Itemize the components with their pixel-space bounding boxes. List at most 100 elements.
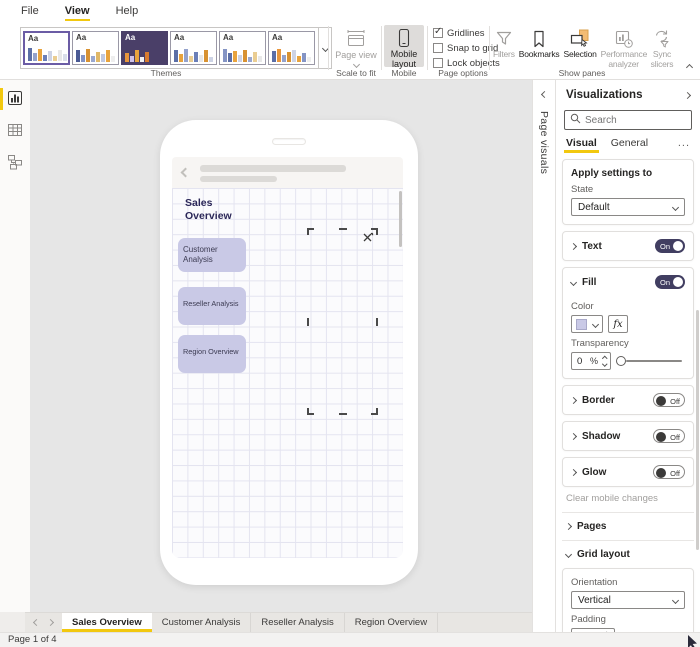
overflow-menu-icon[interactable]: ... xyxy=(678,137,690,153)
menu-item-file[interactable]: File xyxy=(8,1,52,21)
theme-thumbnail-2[interactable]: Aa xyxy=(72,31,119,65)
theme-thumbnail-1[interactable]: Aa xyxy=(23,31,70,65)
chevron-up-icon xyxy=(685,63,694,72)
tab-general[interactable]: General xyxy=(611,137,648,153)
orientation-dropdown[interactable]: Vertical xyxy=(571,591,685,609)
show-panes-button-group: Filters Bookmarks Selection Performance ana… xyxy=(491,25,676,71)
stepper-icon[interactable] xyxy=(601,355,608,367)
theme-thumbnail-6[interactable]: Aa xyxy=(268,31,315,65)
toggle-knob xyxy=(656,467,666,478)
menu-item-help[interactable]: Help xyxy=(103,1,152,21)
text-section-header[interactable]: Text On xyxy=(563,232,693,260)
themes-gallery: Aa Aa Aa Aa Aa Aa xyxy=(20,27,332,69)
data-view-button[interactable] xyxy=(0,118,30,144)
visual-tile-customer-analysis[interactable]: Customer Analysis xyxy=(178,238,246,272)
glow-toggle[interactable]: Off xyxy=(653,465,685,479)
ribbon: Aa Aa Aa Aa Aa Aa Themes Page view Scale to f… xyxy=(0,22,700,80)
grid-layout-section-header[interactable]: Grid layout xyxy=(562,540,694,568)
expand-pane-icon[interactable] xyxy=(683,91,692,99)
data-view-icon xyxy=(7,122,23,141)
mobile-layout-button[interactable]: Mobile layout xyxy=(384,25,424,69)
border-section: Border Off xyxy=(562,385,694,415)
shadow-section-label: Shadow xyxy=(582,430,621,442)
theme-thumbnail-4[interactable]: Aa xyxy=(170,31,217,65)
text-toggle[interactable]: On xyxy=(655,239,685,253)
collapse-ribbon-button[interactable] xyxy=(685,62,694,73)
report-canvas: Sales Overview Customer Analysis Reseller… xyxy=(30,80,532,612)
checkbox-snap-to-grid[interactable]: Snap to grid xyxy=(433,41,498,55)
page-tab-customer-analysis[interactable]: Customer Analysis xyxy=(152,613,252,632)
conditional-formatting-fx-button[interactable]: fx xyxy=(608,315,628,333)
pane-button-label: Performance analyzer xyxy=(600,49,648,69)
pane-button-label: Selection xyxy=(563,49,597,59)
state-value: Default xyxy=(578,201,610,213)
page-view-button[interactable]: Page view xyxy=(331,25,381,69)
page-tab-reseller-analysis[interactable]: Reseller Analysis xyxy=(251,613,345,632)
menu-item-view[interactable]: View xyxy=(52,1,103,21)
report-view-button[interactable] xyxy=(0,86,30,112)
visual-tile-reseller-analysis[interactable]: Reseller Analysis xyxy=(178,287,246,325)
slider-knob[interactable] xyxy=(615,356,626,366)
remove-visual-button[interactable] xyxy=(362,232,374,244)
theme-bars-icon xyxy=(76,49,116,62)
theme-aa-label: Aa xyxy=(125,33,136,42)
page-tab-sales-overview[interactable]: Sales Overview xyxy=(62,613,152,632)
sync-slicers-button[interactable]: Sync slicers xyxy=(649,25,676,71)
tab-visual[interactable]: Visual xyxy=(564,137,599,153)
orientation-value: Vertical xyxy=(578,594,611,606)
border-section-header[interactable]: Border Off xyxy=(563,386,693,414)
filters-button[interactable]: Filters xyxy=(491,25,517,61)
phone-screen: Sales Overview Customer Analysis Reseller… xyxy=(172,157,403,558)
page-visuals-collapsed-pane[interactable]: Page visuals xyxy=(532,80,556,632)
search-box[interactable] xyxy=(564,110,692,130)
expand-pane-chevron[interactable] xyxy=(533,80,555,99)
shadow-section-header[interactable]: Shadow Off xyxy=(563,422,693,450)
panel-scrollbar[interactable] xyxy=(696,310,699,550)
color-picker[interactable] xyxy=(571,315,603,333)
menu-bar: File View Help xyxy=(0,0,700,22)
page-tab-region-overview[interactable]: Region Overview xyxy=(345,613,439,632)
fill-section-label: Fill xyxy=(582,276,597,288)
performance-analyzer-button[interactable]: Performance analyzer xyxy=(599,25,649,71)
chevron-down-icon xyxy=(569,278,578,286)
theme-bars-icon xyxy=(223,49,263,62)
search-input[interactable] xyxy=(585,114,686,126)
shadow-toggle[interactable]: Off xyxy=(653,429,685,443)
themes-gallery-dropdown[interactable] xyxy=(318,28,331,68)
model-view-button[interactable] xyxy=(0,150,30,176)
transparency-input[interactable]: % xyxy=(571,352,611,370)
bookmarks-button[interactable]: Bookmarks xyxy=(517,25,562,61)
phone-scrollbar[interactable] xyxy=(399,191,402,247)
checkbox-box: ✓ xyxy=(433,26,443,38)
glow-section-header[interactable]: Glow Off xyxy=(563,458,693,486)
theme-thumbnail-3[interactable]: Aa xyxy=(121,31,168,65)
tab-nav-arrows xyxy=(25,613,62,632)
border-section-label: Border xyxy=(582,394,615,406)
transparency-value[interactable] xyxy=(577,355,587,367)
state-dropdown[interactable]: Default xyxy=(571,198,685,216)
visual-tile-region-overview[interactable]: Region Overview xyxy=(178,335,246,373)
theme-thumbnail-5[interactable]: Aa xyxy=(219,31,266,65)
checkbox-gridlines[interactable]: ✓ Gridlines xyxy=(433,26,493,40)
fill-toggle[interactable]: On xyxy=(655,275,685,289)
fill-section-header[interactable]: Fill On xyxy=(563,268,693,296)
selection-button[interactable]: Selection xyxy=(561,25,598,61)
theme-aa-label: Aa xyxy=(174,33,185,42)
mouse-cursor xyxy=(687,635,700,647)
border-toggle[interactable]: Off xyxy=(653,393,685,407)
header-title-placeholder xyxy=(200,165,346,172)
next-page-icon[interactable] xyxy=(46,618,55,627)
page-options-group-label: Page options xyxy=(438,68,488,78)
visual-tile-sales-overview[interactable]: Sales Overview xyxy=(178,190,246,238)
tile-label: Sales Overview xyxy=(185,197,232,223)
performance-analyzer-icon xyxy=(614,28,634,50)
slider-track xyxy=(625,360,682,362)
transparency-slider[interactable] xyxy=(615,356,685,366)
theme-aa-label: Aa xyxy=(223,33,234,42)
checkbox-box xyxy=(433,58,443,68)
pages-section-header[interactable]: Pages xyxy=(562,512,694,540)
theme-bars-icon xyxy=(272,49,312,62)
chevron-right-icon xyxy=(569,396,578,404)
clear-mobile-changes-link[interactable]: Clear mobile changes xyxy=(566,493,690,504)
previous-page-icon[interactable] xyxy=(32,618,41,627)
